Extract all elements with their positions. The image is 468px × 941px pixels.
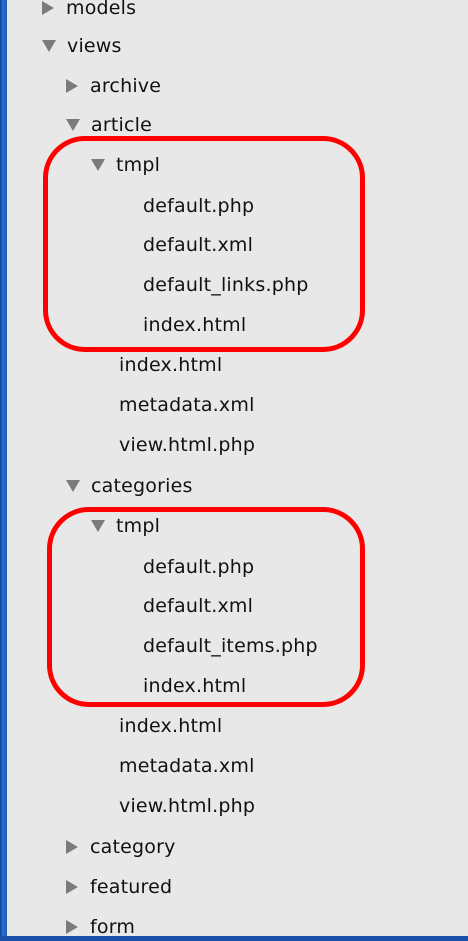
tree-item-category[interactable]: category [66, 829, 176, 865]
file-label: index.html [119, 354, 223, 376]
tree-item-categories[interactable]: categories [66, 468, 193, 504]
folder-label: article [91, 114, 152, 136]
file-label: default.xml [143, 595, 254, 617]
file-label: default.php [143, 195, 255, 217]
folder-label: form [90, 916, 136, 936]
expand-arrow-icon[interactable] [66, 920, 78, 934]
file-label: default_links.php [143, 274, 309, 296]
folder-label: tmpl [116, 154, 161, 176]
folder-label: featured [90, 876, 173, 898]
collapse-arrow-icon[interactable] [91, 159, 105, 171]
tree-file[interactable]: default.xml [143, 588, 253, 624]
tree-item-article-tmpl[interactable]: tmpl [91, 147, 160, 183]
expand-arrow-icon[interactable] [66, 840, 78, 854]
tree-item-featured[interactable]: featured [66, 869, 172, 905]
file-label: default.php [143, 556, 255, 578]
tree-item-archive[interactable]: archive [66, 68, 161, 104]
file-label: view.html.php [119, 795, 256, 817]
tree-file[interactable]: default_items.php [143, 628, 318, 664]
file-label: default.xml [143, 234, 254, 256]
file-label: index.html [143, 675, 247, 697]
tree-file[interactable]: metadata.xml [119, 748, 255, 784]
tree-file[interactable]: view.html.php [119, 427, 255, 463]
tree-file[interactable]: default.php [143, 549, 254, 585]
tree-file[interactable]: index.html [119, 708, 222, 744]
folder-label: views [67, 35, 122, 57]
tree-file[interactable]: index.html [143, 668, 246, 704]
expand-arrow-icon[interactable] [42, 1, 54, 15]
folder-label: models [66, 0, 137, 19]
file-label: default_items.php [143, 635, 318, 657]
folder-label: categories [91, 475, 193, 497]
tree-file[interactable]: metadata.xml [119, 387, 255, 423]
file-label: metadata.xml [119, 394, 255, 416]
tree-item-views[interactable]: views [42, 28, 122, 64]
tree-file[interactable]: default.php [143, 188, 254, 224]
file-label: metadata.xml [119, 755, 255, 777]
folder-label: archive [90, 75, 162, 97]
tree-item-models[interactable]: models [42, 0, 136, 26]
tree-file[interactable]: default_links.php [143, 267, 308, 303]
expand-arrow-icon[interactable] [66, 79, 78, 93]
collapse-arrow-icon[interactable] [66, 119, 80, 131]
tree-file[interactable]: view.html.php [119, 788, 255, 824]
folder-label: category [90, 836, 176, 858]
tree-file[interactable]: index.html [119, 347, 222, 383]
tree-file[interactable]: default.xml [143, 227, 253, 263]
expand-arrow-icon[interactable] [66, 880, 78, 894]
tree-item-categories-tmpl[interactable]: tmpl [91, 508, 160, 544]
file-label: index.html [119, 715, 223, 737]
window-frame-bottom [0, 936, 468, 941]
collapse-arrow-icon[interactable] [66, 480, 80, 492]
file-label: index.html [143, 314, 247, 336]
folder-label: tmpl [116, 515, 161, 537]
collapse-arrow-icon[interactable] [91, 520, 105, 532]
tree-file[interactable]: index.html [143, 307, 246, 343]
tree-item-article[interactable]: article [66, 107, 152, 143]
file-tree: models views archive article tmpl defaul… [7, 0, 468, 936]
tree-item-form[interactable]: form [66, 909, 135, 936]
file-label: view.html.php [119, 434, 256, 456]
collapse-arrow-icon[interactable] [42, 40, 56, 52]
file-tree-panel: models views archive article tmpl defaul… [7, 0, 468, 936]
